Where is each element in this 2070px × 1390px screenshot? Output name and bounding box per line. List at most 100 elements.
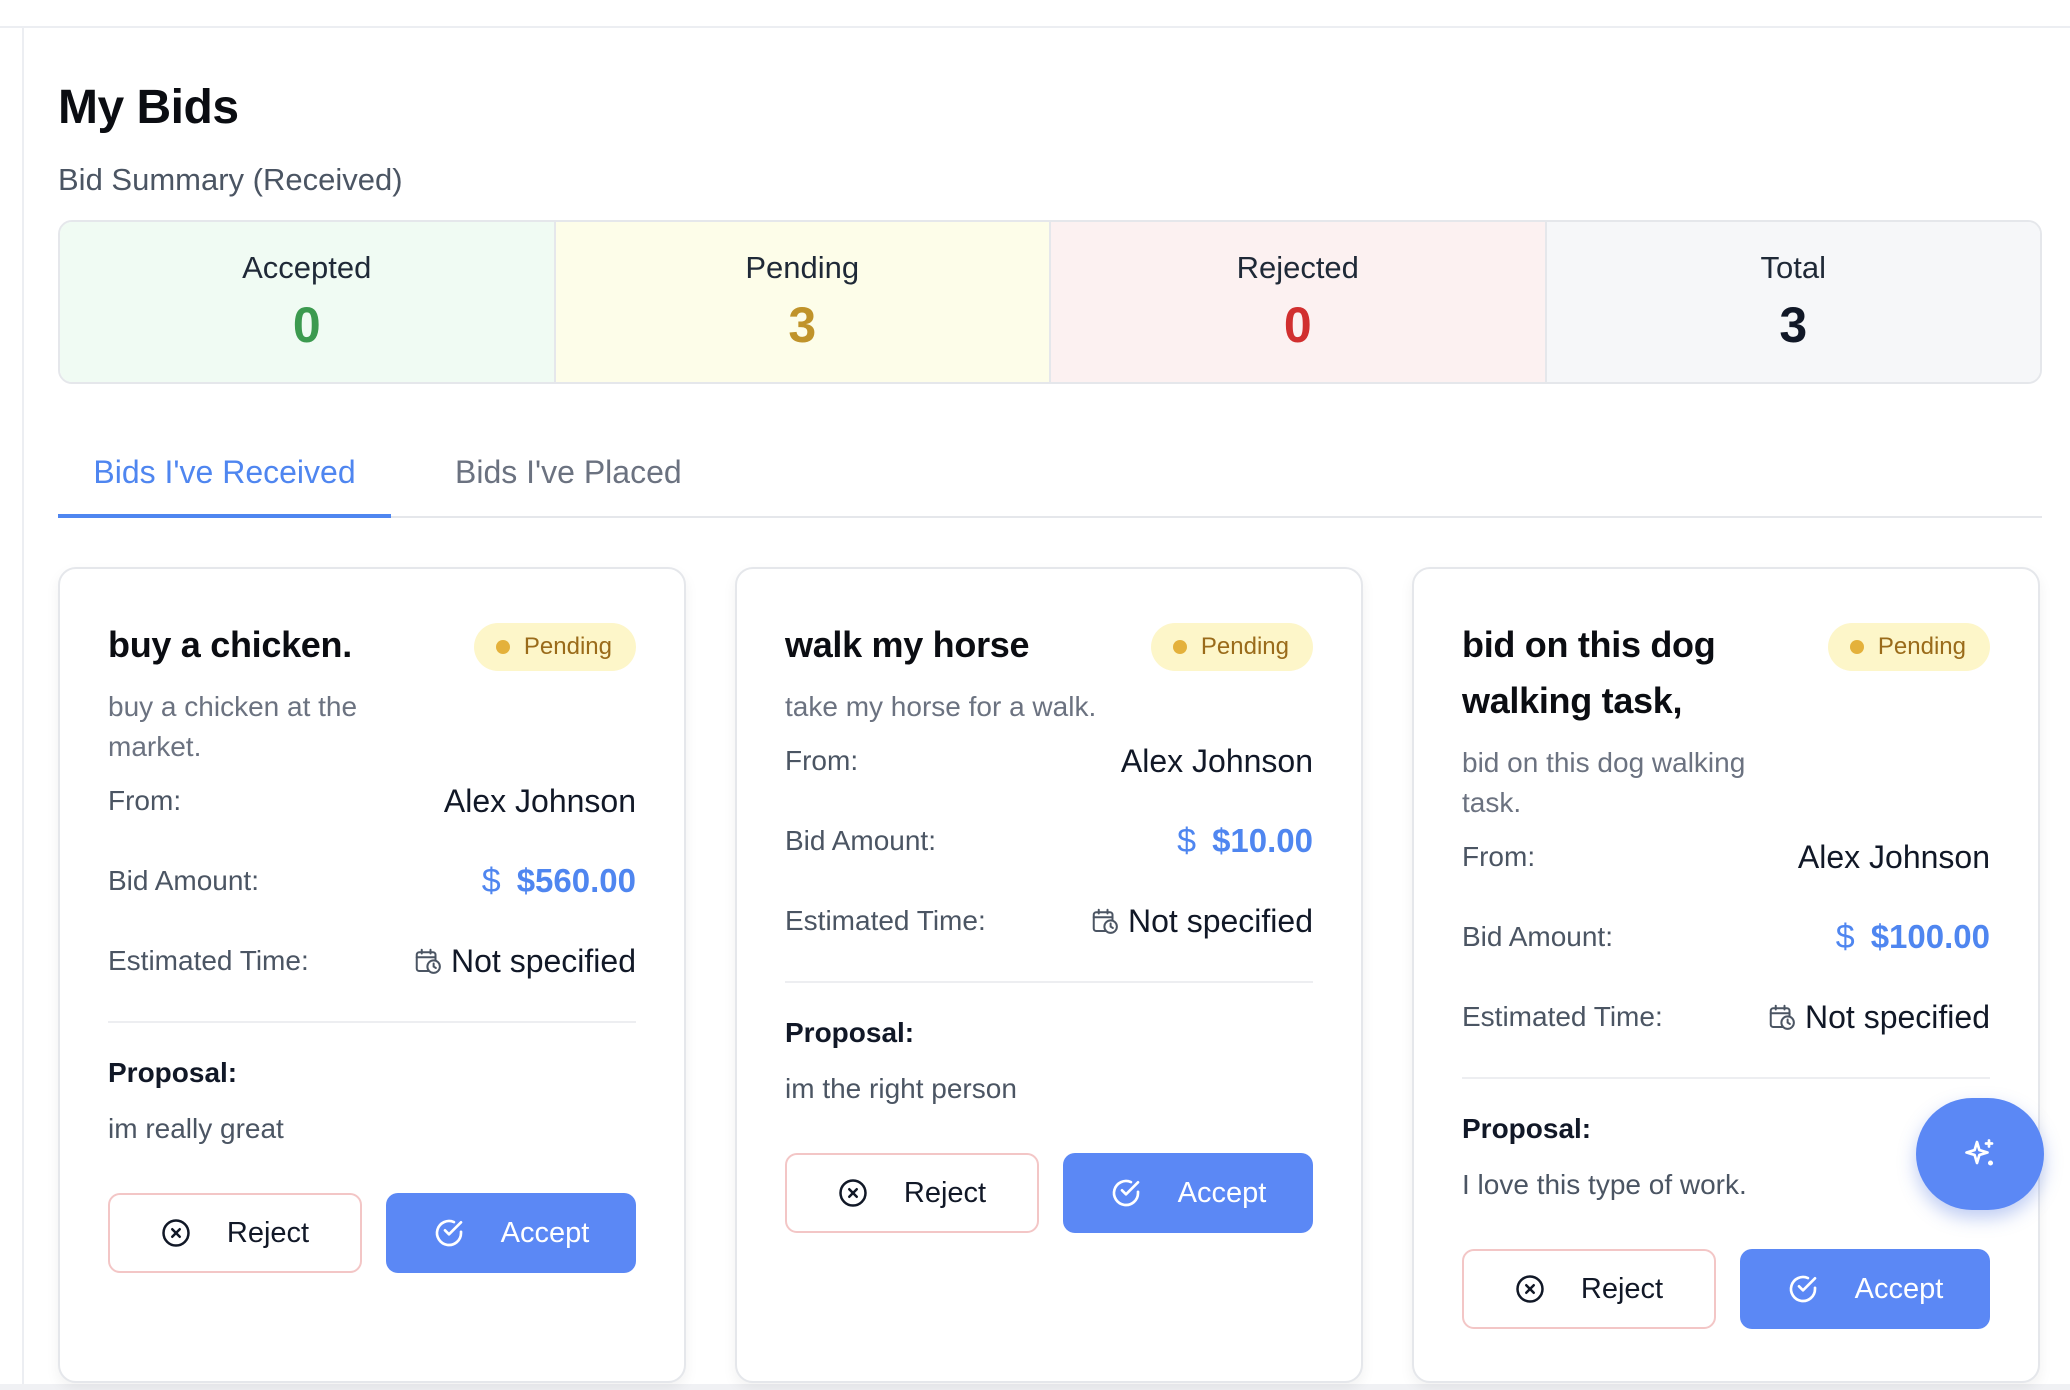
bid-card: buy a chicken. Pending buy a chicken at … [58,567,686,1383]
reject-button[interactable]: Reject [1462,1249,1716,1329]
amount-text: $10.00 [1212,822,1313,859]
time-row: Estimated Time: Not specified [785,901,1313,941]
from-label: From: [108,785,182,816]
amount-label: Bid Amount: [108,865,259,896]
stat-total: Total 3 [1546,222,2040,382]
stat-value: 0 [292,297,321,353]
time-value: Not specified [1767,999,1990,1036]
stat-label: Total [1760,250,1826,285]
amount-text: $560.00 [516,862,636,899]
reject-button[interactable]: Reject [108,1193,362,1273]
from-label: From: [1462,841,1536,872]
time-value: Not specified [413,943,636,980]
status-badge: Pending [1827,623,1990,671]
stat-label: Accepted [242,250,372,285]
time-text: Not specified [451,942,636,979]
amount-text: $100.00 [1870,918,1990,955]
from-value: Alex Johnson [1120,742,1313,779]
top-divider [0,26,2070,28]
stat-accepted: Accepted 0 [60,222,556,382]
check-circle-icon [435,1219,462,1247]
calendar-clock-icon [415,948,441,974]
status-dot-icon [1172,640,1187,654]
dollar-icon: $ [1177,821,1197,860]
time-text: Not specified [1805,998,1990,1035]
dollar-icon: $ [481,861,501,900]
calendar-clock-icon [1092,908,1118,934]
accept-button[interactable]: Accept [1740,1249,1990,1329]
stat-value: 3 [1779,297,1808,353]
time-value: Not specified [1090,903,1313,940]
amount-value: $ $10.00 [1177,822,1313,861]
accept-label: Accept [500,1216,590,1249]
status-dot-icon [1849,640,1864,654]
amount-value: $ $560.00 [482,862,636,901]
status-badge: Pending [473,623,636,671]
from-row: From: Alex Johnson [785,741,1313,781]
bid-card: bid on this dog walking task, Pending bi… [1412,567,2040,1383]
proposal-text: im the right person [785,1073,1017,1104]
from-value: Alex Johnson [1797,838,1990,875]
reject-button[interactable]: Reject [785,1153,1039,1233]
bid-tabs: Bids I've Received Bids I've Placed [58,440,2042,518]
from-row: From: Alex Johnson [108,781,636,821]
from-label: From: [785,745,859,776]
summary-label: Bid Summary (Received) [58,162,403,197]
tab-bids-received[interactable]: Bids I've Received [58,440,391,518]
time-row: Estimated Time: Not specified [108,941,636,981]
accept-label: Accept [1177,1176,1267,1209]
proposal-text: im really great [108,1113,284,1144]
stat-label: Rejected [1236,250,1359,285]
amount-row: Bid Amount: $ $100.00 [1462,917,1990,957]
tab-bids-placed[interactable]: Bids I've Placed [455,440,682,518]
status-dot-icon [495,640,510,654]
sparkles-icon [1965,1139,1994,1166]
sidebar-edge [22,28,24,1390]
amount-row: Bid Amount: $ $560.00 [108,861,636,901]
card-divider [785,981,1313,983]
check-circle-icon [1789,1275,1816,1303]
bid-title: walk my horse [785,624,1030,665]
x-circle-icon [162,1219,190,1247]
check-circle-icon [1112,1179,1139,1207]
amount-row: Bid Amount: $ $10.00 [785,821,1313,861]
card-divider [108,1021,636,1023]
proposal-label: Proposal: [108,1057,238,1088]
stat-rejected: Rejected 0 [1051,222,1547,382]
bid-summary: Accepted 0 Pending 3 Rejected 0 Total 3 [58,220,2042,384]
x-circle-icon [1516,1275,1544,1303]
time-row: Estimated Time: Not specified [1462,997,1990,1037]
reject-label: Reject [1580,1272,1664,1305]
bid-description: take my horse for a walk. [785,691,1097,722]
amount-value: $ $100.00 [1836,918,1990,957]
amount-label: Bid Amount: [1462,921,1613,952]
proposal-label: Proposal: [1462,1113,1592,1144]
bid-card: walk my horse Pending take my horse for … [735,567,1363,1383]
stat-value: 3 [788,297,817,353]
from-row: From: Alex Johnson [1462,837,1990,877]
status-text: Pending [1200,633,1289,660]
stat-label: Pending [745,250,860,285]
stat-value: 0 [1283,297,1312,353]
ai-assistant-button[interactable] [1916,1098,2044,1210]
bid-title: bid on this dog walking task, [1462,624,1716,721]
accept-button[interactable]: Accept [1063,1153,1313,1233]
status-badge: Pending [1150,623,1313,671]
time-label: Estimated Time: [1462,1001,1663,1032]
page-title: My Bids [58,81,239,134]
accept-button[interactable]: Accept [386,1193,636,1273]
calendar-clock-icon [1769,1004,1795,1030]
time-label: Estimated Time: [785,905,986,936]
time-label: Estimated Time: [108,945,309,976]
x-circle-icon [839,1179,867,1207]
dollar-icon: $ [1835,917,1855,956]
amount-label: Bid Amount: [785,825,936,856]
card-divider [1462,1077,1990,1079]
time-text: Not specified [1128,902,1313,939]
reject-label: Reject [903,1176,987,1209]
accept-label: Accept [1854,1272,1944,1305]
bid-title: buy a chicken. [108,624,352,665]
bid-description: buy a chicken at the market. [108,691,358,762]
status-text: Pending [523,633,612,660]
bottom-edge [0,1384,2070,1390]
